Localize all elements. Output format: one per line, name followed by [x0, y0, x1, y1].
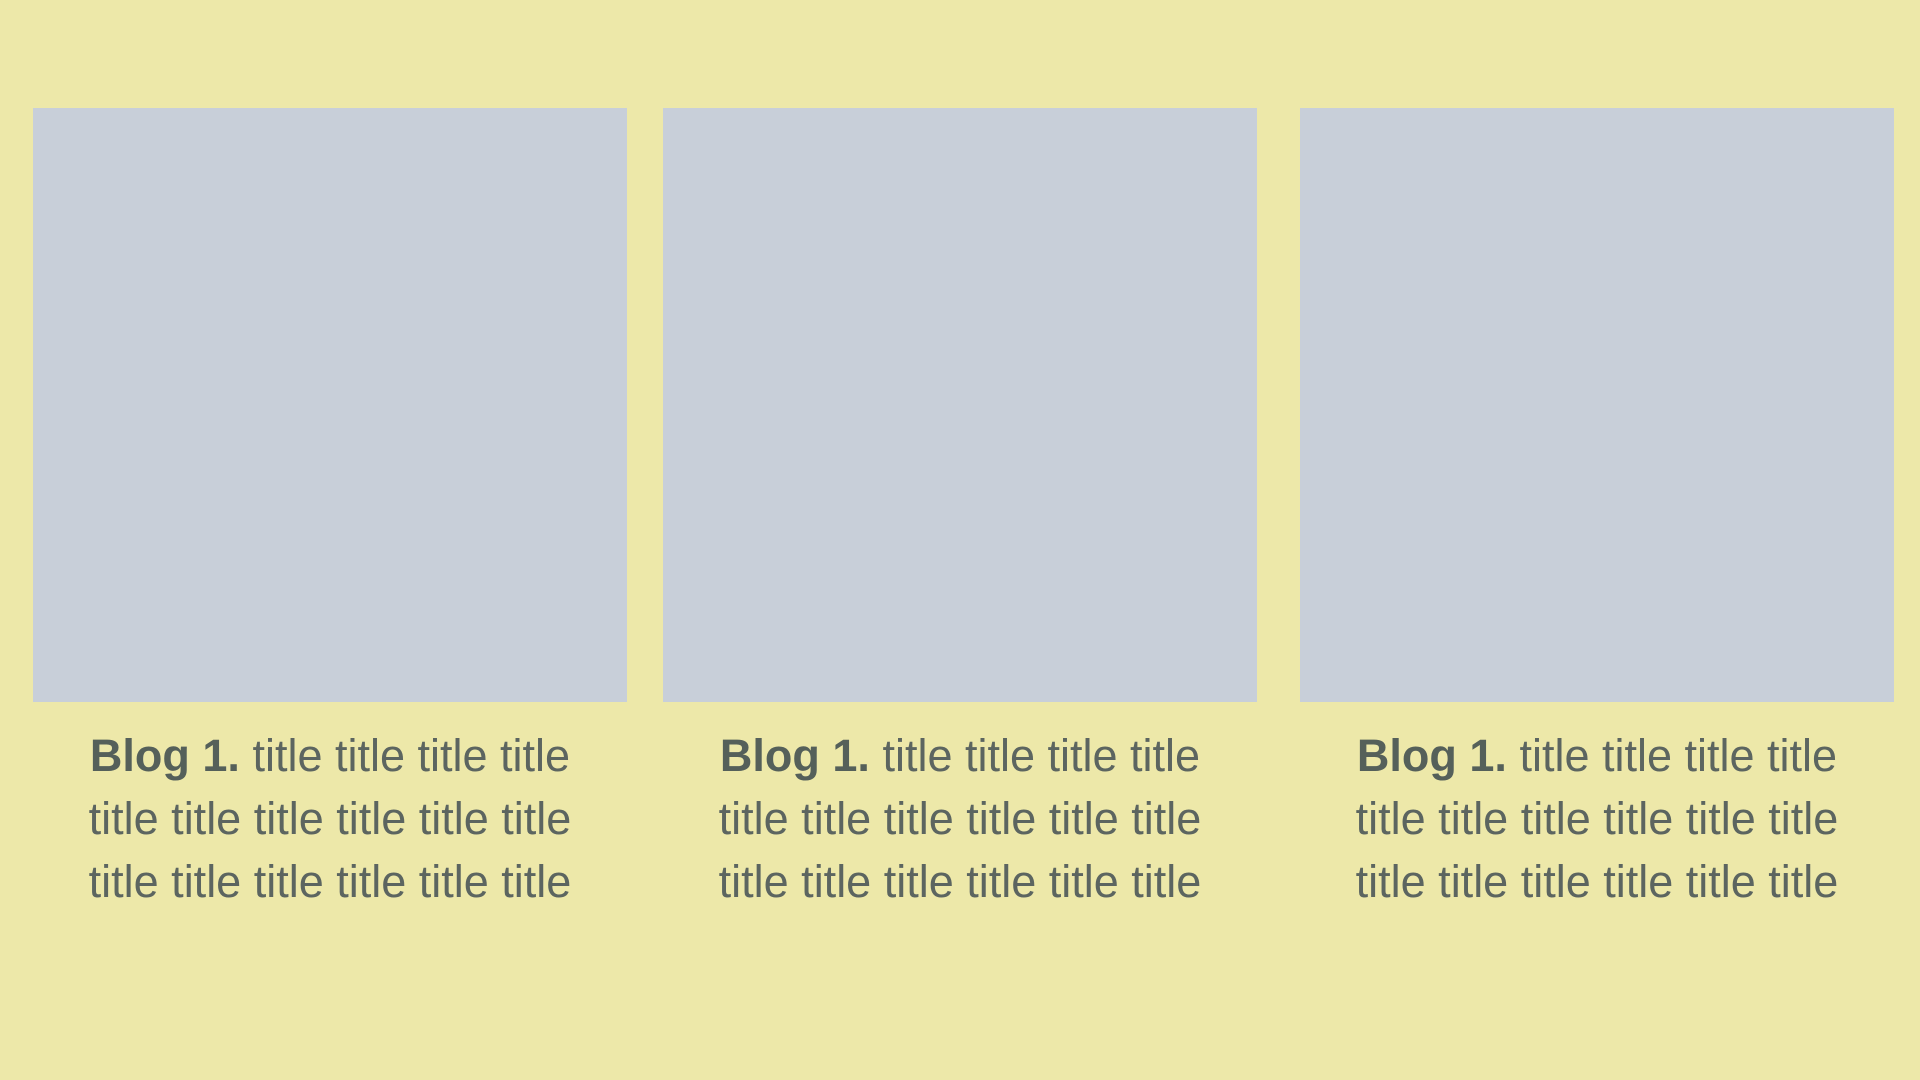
blog-caption: Blog 1. title title title title title ti… [1300, 724, 1894, 913]
blog-thumbnail-placeholder[interactable] [33, 108, 627, 702]
blog-label: Blog 1. [719, 730, 883, 781]
blog-thumbnail-placeholder[interactable] [663, 108, 1257, 702]
blog-card[interactable]: Blog 1. title title title title title ti… [33, 108, 627, 913]
blog-caption: Blog 1. title title title title title ti… [33, 724, 627, 913]
blog-thumbnail-placeholder[interactable] [1300, 108, 1894, 702]
blog-label: Blog 1. [89, 730, 253, 781]
blog-label: Blog 1. [1356, 730, 1520, 781]
blog-card[interactable]: Blog 1. title title title title title ti… [1300, 108, 1894, 913]
blog-caption: Blog 1. title title title title title ti… [663, 724, 1257, 913]
blog-card[interactable]: Blog 1. title title title title title ti… [663, 108, 1257, 913]
